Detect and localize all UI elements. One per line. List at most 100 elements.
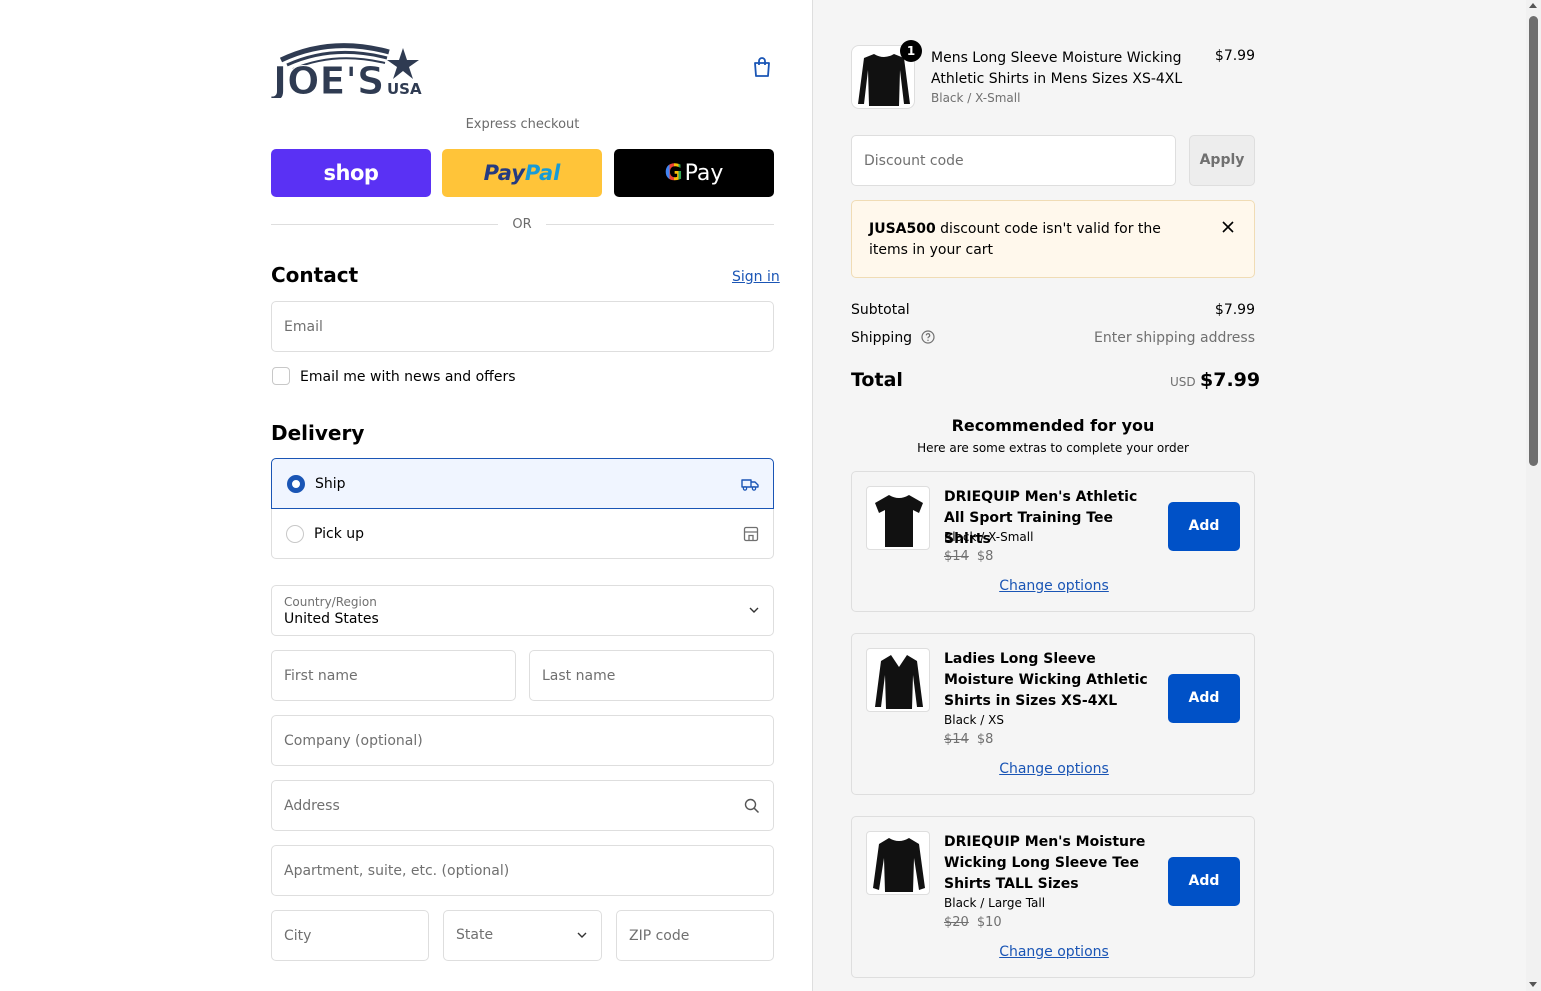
old-price: $14 <box>944 732 969 747</box>
state-select[interactable]: State <box>443 910 602 961</box>
discount-placeholder: Discount code <box>864 153 964 169</box>
scrollbar-thumb[interactable] <box>1529 16 1538 466</box>
newsletter-checkbox[interactable] <box>272 367 290 385</box>
cart-item-variant: Black / X-Small <box>931 91 1021 105</box>
svg-text:USA: USA <box>387 80 422 98</box>
truck-icon <box>741 475 759 493</box>
shipping-label-text: Shipping <box>851 330 913 346</box>
delivery-option-pickup[interactable]: Pick up <box>271 509 774 559</box>
apartment-field[interactable]: Apartment, suite, etc. (optional) <box>271 845 774 896</box>
google-pay-button[interactable]: G Pay <box>614 149 774 197</box>
apartment-placeholder: Apartment, suite, etc. (optional) <box>284 863 510 879</box>
divider-left <box>271 224 498 225</box>
product-price: $20 $10 <box>944 915 1002 930</box>
product-image <box>866 648 930 712</box>
product-price: $14 $8 <box>944 549 993 564</box>
address-field[interactable]: Address <box>271 780 774 831</box>
product-image <box>866 831 930 895</box>
email-field[interactable]: Email <box>271 301 774 352</box>
shipping-value: Enter shipping address <box>1094 330 1255 346</box>
paypal-label-pay: Pay <box>483 161 525 185</box>
cart-item-title: Mens Long Sleeve Moisture Wicking Athlet… <box>931 50 1183 87</box>
checkout-form-panel: JOE'S USA Express checkout shop Pay Pal G… <box>0 0 812 991</box>
cart-item-price: $7.99 <box>1214 48 1255 64</box>
company-placeholder: Company (optional) <box>284 733 423 749</box>
delivery-option-ship[interactable]: Ship <box>271 458 774 509</box>
recommended-card: DRIEQUIP Men's Athletic All Sport Traini… <box>851 471 1255 612</box>
ship-label: Ship <box>315 476 346 492</box>
alert-message: JUSA500 discount code isn't valid for th… <box>869 219 1189 261</box>
old-price: $20 <box>944 915 969 930</box>
country-select[interactable]: Country/Region United States <box>271 585 774 636</box>
zip-placeholder: ZIP code <box>629 928 690 944</box>
product-name: DRIEQUIP Men's Moisture Wicking Long Sle… <box>944 834 1146 892</box>
change-options-link[interactable]: Change options <box>852 578 1256 594</box>
product-variant: Black / XS <box>944 713 1004 727</box>
chevron-down-icon <box>577 932 587 938</box>
paypal-button[interactable]: Pay Pal <box>442 149 602 197</box>
first-name-placeholder: First name <box>284 668 358 684</box>
last-name-field[interactable]: Last name <box>529 650 774 701</box>
discount-error-alert: JUSA500 discount code isn't valid for th… <box>851 200 1255 278</box>
scroll-down-arrow[interactable] <box>1529 982 1537 987</box>
subtotal-label: Subtotal <box>851 302 910 318</box>
add-button[interactable]: Add <box>1168 502 1240 551</box>
product-variant: Black / X-Small <box>944 530 1034 544</box>
store-icon <box>742 525 760 543</box>
total-currency: USD <box>1170 375 1196 389</box>
discount-code-field[interactable]: Discount code <box>851 135 1176 186</box>
change-options-link[interactable]: Change options <box>852 944 1256 960</box>
pickup-label: Pick up <box>314 526 365 542</box>
old-price: $14 <box>944 549 969 564</box>
recommended-title: Recommended for you <box>951 416 1155 435</box>
or-divider-text: OR <box>512 217 532 232</box>
shop-pay-button[interactable]: shop <box>271 149 431 197</box>
paypal-label-pal: Pal <box>524 161 561 185</box>
email-placeholder: Email <box>284 319 323 335</box>
page-scrollbar[interactable] <box>1526 0 1541 991</box>
chevron-down-icon <box>749 607 759 613</box>
add-button[interactable]: Add <box>1168 674 1240 723</box>
subtotal-value: $7.99 <box>1214 302 1255 318</box>
shipping-label: Shipping <box>851 330 935 346</box>
sign-in-link[interactable]: Sign in <box>732 269 780 285</box>
divider-right <box>546 224 774 225</box>
first-name-field[interactable]: First name <box>271 650 516 701</box>
cart-quantity-badge: 1 <box>900 40 922 62</box>
recommended-card: DRIEQUIP Men's Moisture Wicking Long Sle… <box>851 816 1255 978</box>
add-button[interactable]: Add <box>1168 857 1240 906</box>
total-value: $7.99 <box>1200 369 1261 391</box>
newsletter-label: Email me with news and offers <box>300 369 516 385</box>
zip-field[interactable]: ZIP code <box>616 910 774 961</box>
city-field[interactable]: City <box>271 910 429 961</box>
ship-radio[interactable] <box>287 475 305 493</box>
recommended-subtitle: Here are some extras to complete your or… <box>917 441 1189 455</box>
change-options-link[interactable]: Change options <box>852 761 1256 777</box>
search-icon <box>744 798 760 814</box>
last-name-placeholder: Last name <box>542 668 616 684</box>
sale-price: $8 <box>976 549 994 564</box>
sale-price: $8 <box>976 732 994 747</box>
shopping-bag-icon[interactable] <box>750 55 774 79</box>
store-logo[interactable]: JOE'S USA <box>270 38 423 104</box>
country-label: Country/Region <box>284 595 377 609</box>
product-price: $14 $8 <box>944 732 993 747</box>
express-checkout-title: Express checkout <box>465 117 580 132</box>
alert-code: JUSA500 <box>869 221 936 237</box>
product-image <box>866 486 930 550</box>
product-variant: Black / Large Tall <box>944 896 1046 910</box>
scroll-up-arrow[interactable] <box>1529 3 1537 8</box>
close-icon[interactable] <box>1221 220 1235 234</box>
pickup-radio[interactable] <box>286 525 304 543</box>
google-pay-label: Pay <box>684 160 724 186</box>
product-name: Ladies Long Sleeve Moisture Wicking Athl… <box>944 651 1148 709</box>
company-field[interactable]: Company (optional) <box>271 715 774 766</box>
apply-discount-button[interactable]: Apply <box>1189 135 1255 186</box>
help-icon[interactable] <box>920 330 935 344</box>
shop-pay-label: shop <box>323 161 379 185</box>
delivery-heading: Delivery <box>271 421 365 445</box>
total-label: Total <box>851 369 903 391</box>
address-placeholder: Address <box>284 798 340 814</box>
city-placeholder: City <box>284 928 312 944</box>
country-value: United States <box>284 611 379 627</box>
